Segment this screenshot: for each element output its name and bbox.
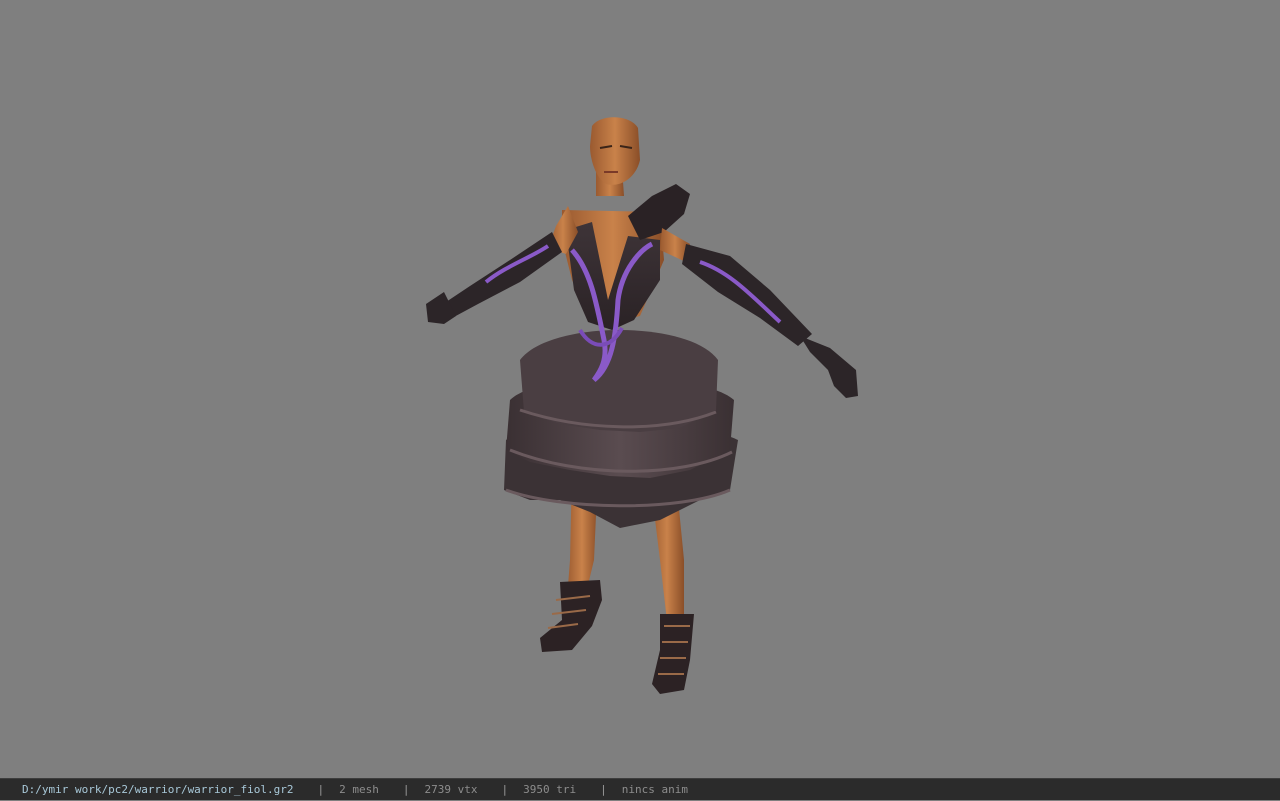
3d-viewport[interactable] xyxy=(0,0,1280,778)
separator: | xyxy=(600,782,607,796)
file-path: D:/ymir work/pc2/warrior/warrior_fiol.gr… xyxy=(22,782,294,796)
separator: | xyxy=(402,782,410,796)
character-model xyxy=(426,117,858,694)
head xyxy=(590,117,640,185)
shoulder-ruffle xyxy=(628,184,690,240)
separator: | xyxy=(317,782,325,796)
left-glove xyxy=(440,232,562,318)
left-shoe xyxy=(540,580,602,652)
separator: | xyxy=(501,782,509,796)
right-glove xyxy=(682,244,812,346)
status-bar: D:/ymir work/pc2/warrior/warrior_fiol.gr… xyxy=(0,778,1280,800)
triangle-count: 3950 tri xyxy=(523,782,577,796)
mesh-count: 2 mesh xyxy=(339,782,379,796)
left-hand xyxy=(426,292,456,324)
vertex-count: 2739 vtx xyxy=(424,782,478,796)
right-hand xyxy=(800,336,858,398)
skirt-top xyxy=(520,330,718,432)
animation-status: nincs anim xyxy=(621,782,688,796)
